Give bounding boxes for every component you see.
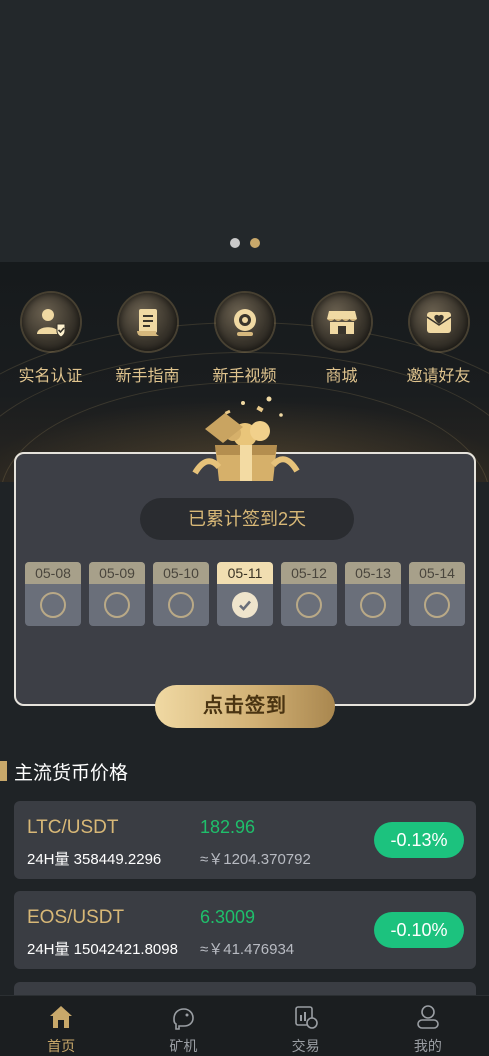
checkin-date: 05-09 bbox=[89, 562, 145, 584]
checkin-date: 05-13 bbox=[345, 562, 401, 584]
tab-label: 交易 bbox=[291, 1038, 320, 1054]
coin-volume: 24H量 15042421.8098 bbox=[27, 941, 178, 958]
checkin-card: 已累计签到2天 05-08 05-09 05-10 05-11 05-12 05… bbox=[14, 452, 476, 706]
quick-item-video[interactable]: 新手视频 bbox=[196, 293, 293, 386]
tab-profile[interactable]: 我的 bbox=[367, 996, 489, 1056]
unchecked-circle-icon bbox=[168, 592, 194, 618]
coin-volume: 24H量 358449.2296 bbox=[27, 851, 162, 868]
coin-change-badge: -0.13% bbox=[374, 822, 464, 858]
quick-item-label: 商城 bbox=[325, 368, 358, 385]
mining-icon bbox=[168, 1002, 198, 1031]
coin-row[interactable]: EOS/USDT 24H量 15042421.8098 6.3009 ≈￥41.… bbox=[14, 891, 476, 969]
profile-icon bbox=[413, 1002, 443, 1031]
camera-icon bbox=[215, 293, 274, 351]
tab-home[interactable]: 首页 bbox=[0, 996, 122, 1056]
invite-heart-icon bbox=[409, 293, 468, 351]
trade-icon bbox=[291, 1002, 321, 1031]
coin-change-badge: -0.10% bbox=[374, 912, 464, 948]
check-circle-icon bbox=[232, 592, 258, 618]
checkin-day: 05-12 bbox=[281, 562, 337, 626]
tab-label: 矿机 bbox=[169, 1038, 198, 1054]
shop-icon bbox=[312, 293, 371, 351]
checkin-day: 05-13 bbox=[345, 562, 401, 626]
id-verify-icon bbox=[21, 293, 80, 351]
coin-pair: LTC/USDT bbox=[27, 817, 119, 838]
quick-item-label: 新手指南 bbox=[115, 368, 180, 385]
tab-label: 首页 bbox=[47, 1038, 76, 1054]
unchecked-circle-icon bbox=[104, 592, 130, 618]
unchecked-circle-icon bbox=[360, 592, 386, 618]
gift-box-icon bbox=[185, 393, 305, 485]
checkin-button[interactable]: 点击签到 bbox=[155, 685, 335, 728]
quick-item-shop[interactable]: 商城 bbox=[293, 293, 390, 386]
unchecked-circle-icon bbox=[40, 592, 66, 618]
quick-menu: 实名认证 新手指南 新手视频 商城 邀请好友 bbox=[0, 293, 489, 386]
coin-price: 182.96 bbox=[200, 817, 256, 837]
carousel-dot-active[interactable] bbox=[249, 238, 260, 248]
checkin-date: 05-08 bbox=[25, 562, 81, 584]
checkin-day: 05-09 bbox=[89, 562, 145, 626]
bottom-tab-bar: 首页 矿机 交易 我的 bbox=[0, 995, 489, 1056]
tab-mining[interactable]: 矿机 bbox=[122, 996, 244, 1056]
checkin-day: 05-08 bbox=[25, 562, 81, 626]
home-icon bbox=[46, 1002, 76, 1031]
quick-item-label: 邀请好友 bbox=[406, 368, 471, 385]
section-accent-bar bbox=[0, 761, 7, 781]
tab-trade[interactable]: 交易 bbox=[245, 996, 367, 1056]
coin-price: 6.3009 bbox=[200, 907, 256, 927]
checkin-date: 05-14 bbox=[409, 562, 465, 584]
checkin-date: 05-12 bbox=[281, 562, 337, 584]
quick-item-label: 新手视频 bbox=[212, 368, 277, 385]
tab-label: 我的 bbox=[413, 1038, 442, 1054]
unchecked-circle-icon bbox=[424, 592, 450, 618]
checkin-day-today: 05-11 bbox=[217, 562, 273, 626]
section-title-text: 主流货币价格 bbox=[14, 762, 129, 784]
carousel-dot[interactable] bbox=[229, 238, 240, 248]
checkin-day: 05-14 bbox=[409, 562, 465, 626]
quick-item-real-name[interactable]: 实名认证 bbox=[2, 293, 99, 386]
quick-item-invite[interactable]: 邀请好友 bbox=[390, 293, 487, 386]
coin-cny-price: ≈￥41.476934 bbox=[200, 941, 295, 958]
quick-item-label: 实名认证 bbox=[18, 368, 83, 385]
quick-item-guide[interactable]: 新手指南 bbox=[99, 293, 196, 386]
coin-row[interactable]: LTC/USDT 24H量 358449.2296 182.96 ≈￥1204.… bbox=[14, 801, 476, 879]
market-section-title: 主流货币价格 bbox=[0, 760, 129, 784]
unchecked-circle-icon bbox=[296, 592, 322, 618]
checkin-days: 05-08 05-09 05-10 05-11 05-12 05-13 05-1… bbox=[25, 562, 465, 626]
carousel-dots bbox=[0, 238, 489, 248]
coin-pair: EOS/USDT bbox=[27, 907, 125, 928]
coin-cny-price: ≈￥1204.370792 bbox=[200, 851, 311, 868]
banner-carousel[interactable] bbox=[0, 0, 489, 262]
checkin-summary: 已累计签到2天 bbox=[140, 498, 354, 540]
checkin-day: 05-10 bbox=[153, 562, 209, 626]
checkin-date: 05-11 bbox=[217, 562, 273, 584]
guide-scroll-icon bbox=[118, 293, 177, 351]
checkin-date: 05-10 bbox=[153, 562, 209, 584]
